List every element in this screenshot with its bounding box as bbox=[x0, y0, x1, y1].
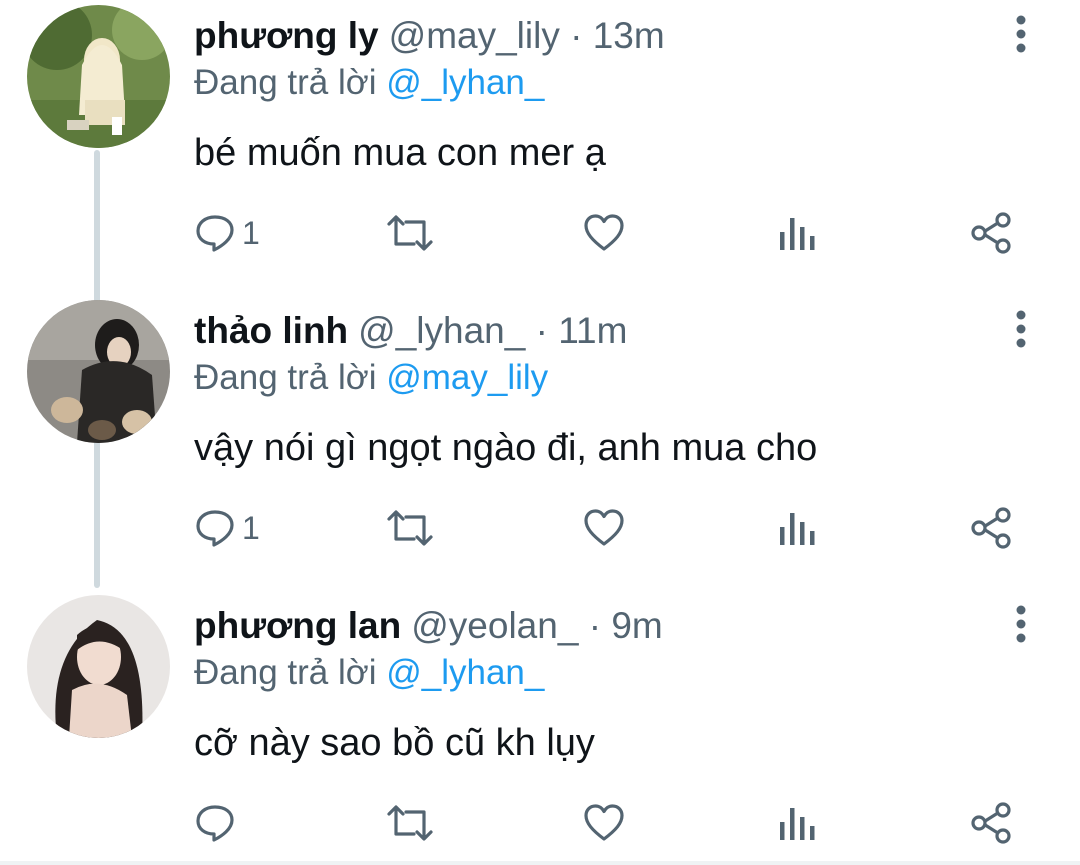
tweet-header: phương ly @may_lily · 13m bbox=[194, 12, 665, 60]
views-button[interactable] bbox=[778, 798, 816, 848]
timestamp[interactable]: 11m bbox=[558, 310, 627, 351]
views-button[interactable] bbox=[778, 503, 816, 553]
tweet-text: bé muốn mua con mer ạ bbox=[194, 132, 606, 174]
retweet-button[interactable] bbox=[386, 798, 434, 848]
more-options-icon[interactable] bbox=[1006, 14, 1036, 54]
display-name[interactable]: phương lan bbox=[194, 605, 401, 646]
share-icon bbox=[970, 802, 1012, 844]
share-button[interactable] bbox=[970, 503, 1012, 553]
replying-to-label: Đang trả lời bbox=[194, 358, 377, 397]
share-button[interactable] bbox=[970, 208, 1012, 258]
views-button[interactable] bbox=[778, 208, 816, 258]
display-name[interactable]: phương ly bbox=[194, 15, 379, 56]
views-icon bbox=[778, 212, 816, 254]
tweet-actions: 1 bbox=[0, 503, 1080, 553]
retweet-button[interactable] bbox=[386, 208, 434, 258]
username[interactable]: @yeolan_ bbox=[411, 605, 578, 646]
tweet[interactable]: thảo linh @_lyhan_ · 11m Đang trả lời @ma… bbox=[0, 295, 1080, 588]
like-button[interactable] bbox=[583, 503, 625, 553]
more-options-icon[interactable] bbox=[1006, 309, 1036, 349]
heart-icon bbox=[583, 212, 625, 254]
separator: · bbox=[535, 310, 548, 351]
avatar[interactable] bbox=[27, 300, 170, 443]
replying-to: Đang trả lời @_lyhan_ bbox=[194, 60, 544, 106]
tweet-actions bbox=[0, 798, 1080, 848]
share-button[interactable] bbox=[970, 798, 1012, 848]
tweet-text: cỡ này sao bồ cũ kh lụy bbox=[194, 722, 595, 764]
tweet-actions: 1 bbox=[0, 208, 1080, 258]
retweet-icon bbox=[386, 507, 434, 549]
separator: · bbox=[570, 15, 583, 56]
reply-thread: phương ly @may_lily · 13m Đang trả lời @_… bbox=[0, 0, 1080, 865]
reply-icon bbox=[194, 507, 236, 549]
share-icon bbox=[970, 507, 1012, 549]
avatar[interactable] bbox=[27, 595, 170, 738]
replying-to-handle[interactable]: @may_lily bbox=[386, 358, 548, 397]
retweet-icon bbox=[386, 802, 434, 844]
replying-to: Đang trả lời @may_lily bbox=[194, 355, 548, 401]
more-options-icon[interactable] bbox=[1006, 604, 1036, 644]
tweet[interactable]: phương ly @may_lily · 13m Đang trả lời @_… bbox=[0, 0, 1080, 293]
reply-count: 1 bbox=[242, 509, 260, 546]
heart-icon bbox=[583, 802, 625, 844]
tweet-header: phương lan @yeolan_ · 9m bbox=[194, 602, 663, 650]
avatar[interactable] bbox=[27, 5, 170, 148]
retweet-button[interactable] bbox=[386, 503, 434, 553]
timestamp[interactable]: 13m bbox=[593, 15, 665, 56]
tweet-text: vậy nói gì ngọt ngào đi, anh mua cho bbox=[194, 427, 818, 469]
retweet-icon bbox=[386, 212, 434, 254]
reply-button[interactable]: 1 bbox=[194, 208, 260, 258]
reply-icon bbox=[194, 212, 236, 254]
reply-count: 1 bbox=[242, 214, 260, 251]
replying-to-label: Đang trả lời bbox=[194, 63, 377, 102]
reply-button[interactable]: 1 bbox=[194, 503, 260, 553]
display-name[interactable]: thảo linh bbox=[194, 310, 348, 351]
divider bbox=[0, 861, 1080, 865]
username[interactable]: @may_lily bbox=[389, 15, 560, 56]
timestamp[interactable]: 9m bbox=[611, 605, 662, 646]
heart-icon bbox=[583, 507, 625, 549]
replying-to-label: Đang trả lời bbox=[194, 653, 377, 692]
replying-to: Đang trả lời @_lyhan_ bbox=[194, 650, 544, 696]
like-button[interactable] bbox=[583, 208, 625, 258]
reply-icon bbox=[194, 802, 236, 844]
replying-to-handle[interactable]: @_lyhan_ bbox=[386, 63, 544, 102]
tweet[interactable]: phương lan @yeolan_ · 9m Đang trả lời @_l… bbox=[0, 590, 1080, 865]
tweet-header: thảo linh @_lyhan_ · 11m bbox=[194, 307, 627, 355]
like-button[interactable] bbox=[583, 798, 625, 848]
views-icon bbox=[778, 802, 816, 844]
separator: · bbox=[588, 605, 602, 646]
share-icon bbox=[970, 212, 1012, 254]
replying-to-handle[interactable]: @_lyhan_ bbox=[386, 653, 544, 692]
username[interactable]: @_lyhan_ bbox=[358, 310, 525, 351]
reply-button[interactable] bbox=[194, 798, 242, 848]
views-icon bbox=[778, 507, 816, 549]
